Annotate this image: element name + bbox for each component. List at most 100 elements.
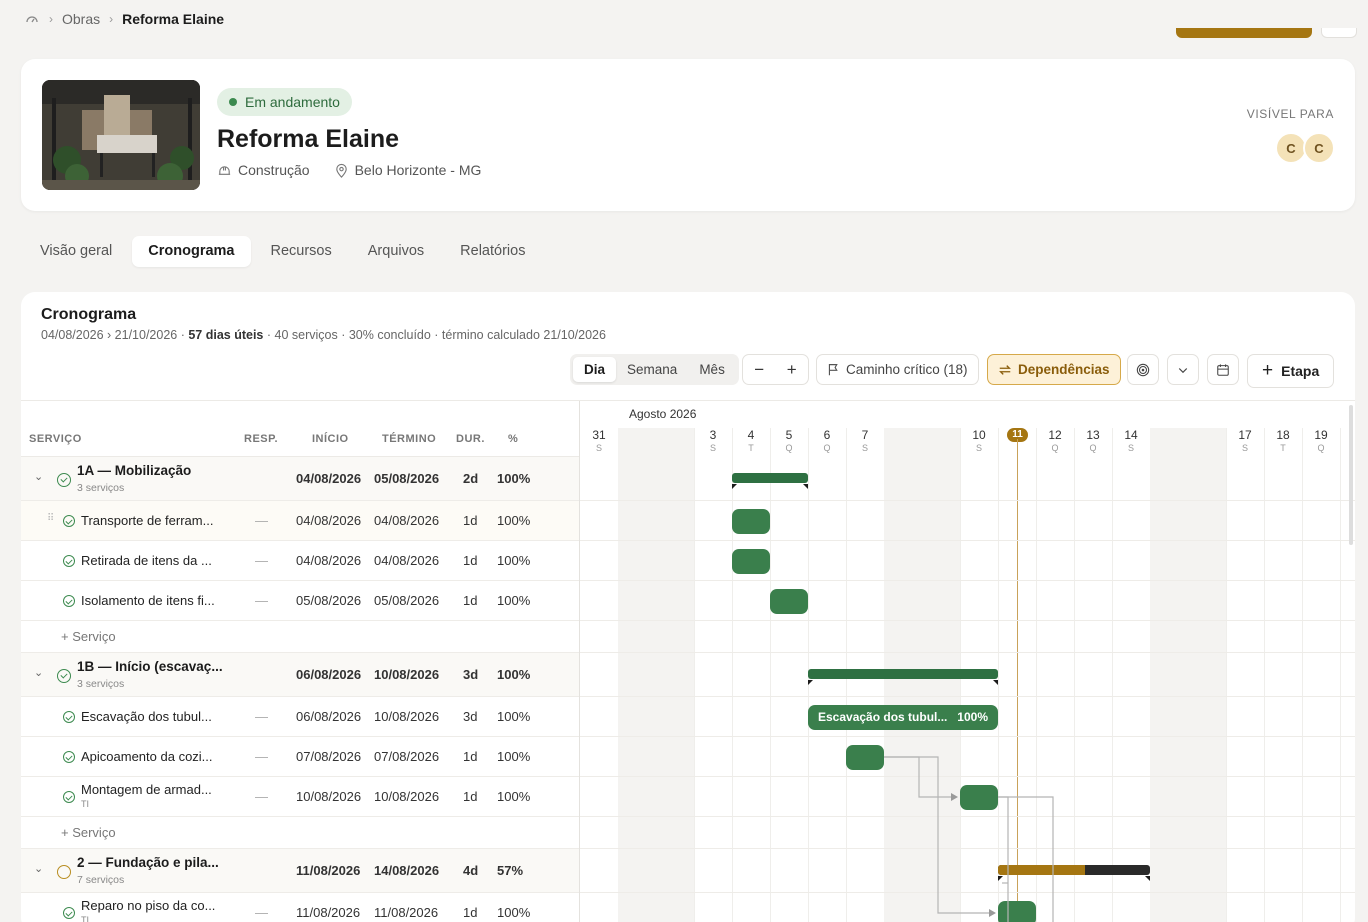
start-date[interactable]: 10/08/2026 <box>296 789 361 804</box>
duration[interactable]: 2d <box>463 471 478 486</box>
percent[interactable]: 100% <box>497 667 530 682</box>
duration[interactable]: 1d <box>463 789 477 804</box>
task-bar[interactable] <box>770 589 808 614</box>
service-name[interactable]: Escavação dos tubul... <box>81 709 212 724</box>
table-row[interactable]: Montagem de armad... TI — 10/08/2026 10/08/2… <box>21 777 579 817</box>
responsible[interactable]: — <box>255 709 268 724</box>
end-date[interactable]: 14/08/2026 <box>374 863 439 878</box>
percent[interactable]: 100% <box>497 905 530 920</box>
table-row[interactable]: ⠿ Transporte de ferram... — 04/08/2026 04/08… <box>21 501 579 541</box>
duration[interactable]: 4d <box>463 863 478 878</box>
more-button[interactable] <box>1321 28 1357 38</box>
add-service-button[interactable]: + Serviço <box>61 825 116 840</box>
gantt-day[interactable]: 18 T <box>1264 428 1302 453</box>
service-name[interactable]: Apicoamento da cozi... <box>81 749 213 764</box>
start-date[interactable]: 04/08/2026 <box>296 513 361 528</box>
service-name[interactable]: Montagem de armad... <box>81 782 212 797</box>
table-row[interactable]: Retirada de itens da ... — 04/08/2026 04/08… <box>21 541 579 581</box>
task-bar[interactable]: Escavação dos tubul... 100% <box>808 705 998 730</box>
col-service[interactable]: SERVIÇO <box>29 433 82 445</box>
start-date[interactable]: 04/08/2026 <box>296 553 361 568</box>
zoom-out-button[interactable]: − <box>743 360 776 380</box>
col-start[interactable]: INÍCIO <box>312 433 349 445</box>
start-date[interactable]: 04/08/2026 <box>296 471 361 486</box>
responsible[interactable]: — <box>255 513 268 528</box>
percent[interactable]: 100% <box>497 471 530 486</box>
col-percent[interactable]: % <box>508 433 518 445</box>
service-name[interactable]: Retirada de itens da ... <box>81 553 212 568</box>
task-bar[interactable] <box>732 509 770 534</box>
gantt-day[interactable]: 14 S <box>1112 428 1150 453</box>
stage-row[interactable]: ⌄ 1B — Início (escavaç... 3 serviços 06/08/… <box>21 653 579 697</box>
percent[interactable]: 100% <box>497 513 530 528</box>
duration[interactable]: 1d <box>463 749 477 764</box>
duration[interactable]: 3d <box>463 667 478 682</box>
task-bar[interactable] <box>732 549 770 574</box>
add-stage-button[interactable]: + Etapa <box>1247 354 1335 388</box>
table-row[interactable]: Isolamento de itens fi... — 05/08/2026 05/0… <box>21 581 579 621</box>
duration[interactable]: 1d <box>463 513 477 528</box>
gantt-day[interactable]: 5Q <box>770 428 808 453</box>
gantt-day[interactable]: 17 S <box>1226 428 1264 453</box>
responsible[interactable]: — <box>255 749 268 764</box>
percent[interactable]: 100% <box>497 553 530 568</box>
percent[interactable]: 100% <box>497 709 530 724</box>
stage-bar[interactable] <box>808 669 998 679</box>
end-date[interactable]: 10/08/2026 <box>374 709 439 724</box>
gantt-day[interactable]: 6Q <box>808 428 846 453</box>
view-mode-day[interactable]: Dia <box>573 357 617 382</box>
gantt-day[interactable]: 3S <box>694 428 732 453</box>
col-duration[interactable]: DUR. <box>456 433 485 445</box>
percent[interactable]: 57% <box>497 863 523 878</box>
view-mode-week[interactable]: Semana <box>616 357 688 382</box>
add-service-row[interactable]: + Serviço <box>21 621 579 653</box>
critical-path-button[interactable]: Caminho crítico (18) <box>816 354 979 385</box>
stage-row[interactable]: ⌄ 1A — Mobilização 3 serviços 04/08/2026 05/… <box>21 457 579 501</box>
service-name[interactable]: Reparo no piso da co... <box>81 898 215 913</box>
table-row[interactable]: Apicoamento da cozi... — 07/08/2026 07/08/2… <box>21 737 579 777</box>
responsible[interactable]: — <box>255 593 268 608</box>
tab-visao-geral[interactable]: Visão geral <box>24 236 128 267</box>
end-date[interactable]: 10/08/2026 <box>374 667 439 682</box>
tab-cronograma[interactable]: Cronograma <box>132 236 251 267</box>
chevron-down-icon[interactable]: ⌄ <box>34 862 43 875</box>
tab-recursos[interactable]: Recursos <box>255 236 348 267</box>
scrollbar[interactable] <box>1349 405 1353 545</box>
tab-relatorios[interactable]: Relatórios <box>444 236 541 267</box>
breadcrumb-obras[interactable]: Obras <box>62 11 100 27</box>
duration[interactable]: 1d <box>463 553 477 568</box>
duration[interactable]: 3d <box>463 709 477 724</box>
end-date[interactable]: 05/08/2026 <box>374 471 439 486</box>
expand-button[interactable] <box>1167 354 1199 385</box>
table-row[interactable]: Escavação dos tubul... — 06/08/2026 10/08/2… <box>21 697 579 737</box>
add-service-button[interactable]: + Serviço <box>61 629 116 644</box>
duration[interactable]: 1d <box>463 593 477 608</box>
col-resp[interactable]: RESP. <box>244 433 278 445</box>
duration[interactable]: 1d <box>463 905 477 920</box>
task-bar[interactable] <box>960 785 998 810</box>
percent[interactable]: 100% <box>497 789 530 804</box>
drag-handle-icon[interactable]: ⠿ <box>47 513 54 524</box>
chevron-down-icon[interactable]: ⌄ <box>34 470 43 483</box>
view-mode-month[interactable]: Mês <box>688 357 736 382</box>
gantt-day[interactable]: 10 S <box>960 428 998 453</box>
stage-row[interactable]: ⌄ 2 — Fundação e pila... 7 serviços 11/08/2… <box>21 849 579 893</box>
calendar-button[interactable] <box>1207 354 1239 385</box>
target-button[interactable] <box>1127 354 1159 385</box>
chevron-down-icon[interactable]: ⌄ <box>34 666 43 679</box>
start-date[interactable]: 11/08/2026 <box>296 905 360 920</box>
start-date[interactable]: 11/08/2026 <box>296 863 360 878</box>
zoom-in-button[interactable]: + <box>776 360 809 380</box>
end-date[interactable]: 10/08/2026 <box>374 789 439 804</box>
start-date[interactable]: 06/08/2026 <box>296 709 361 724</box>
end-date[interactable]: 11/08/2026 <box>374 905 438 920</box>
dependencies-button[interactable]: Dependências <box>987 354 1121 385</box>
gantt-day[interactable]: 19 Q <box>1302 428 1340 453</box>
gantt-day[interactable]: 31 S <box>580 428 618 453</box>
end-date[interactable]: 04/08/2026 <box>374 553 439 568</box>
end-date[interactable]: 04/08/2026 <box>374 513 439 528</box>
task-bar[interactable] <box>846 745 884 770</box>
responsible[interactable]: — <box>255 553 268 568</box>
service-name[interactable]: Transporte de ferram... <box>81 513 213 528</box>
avatar[interactable]: C <box>1303 132 1335 164</box>
